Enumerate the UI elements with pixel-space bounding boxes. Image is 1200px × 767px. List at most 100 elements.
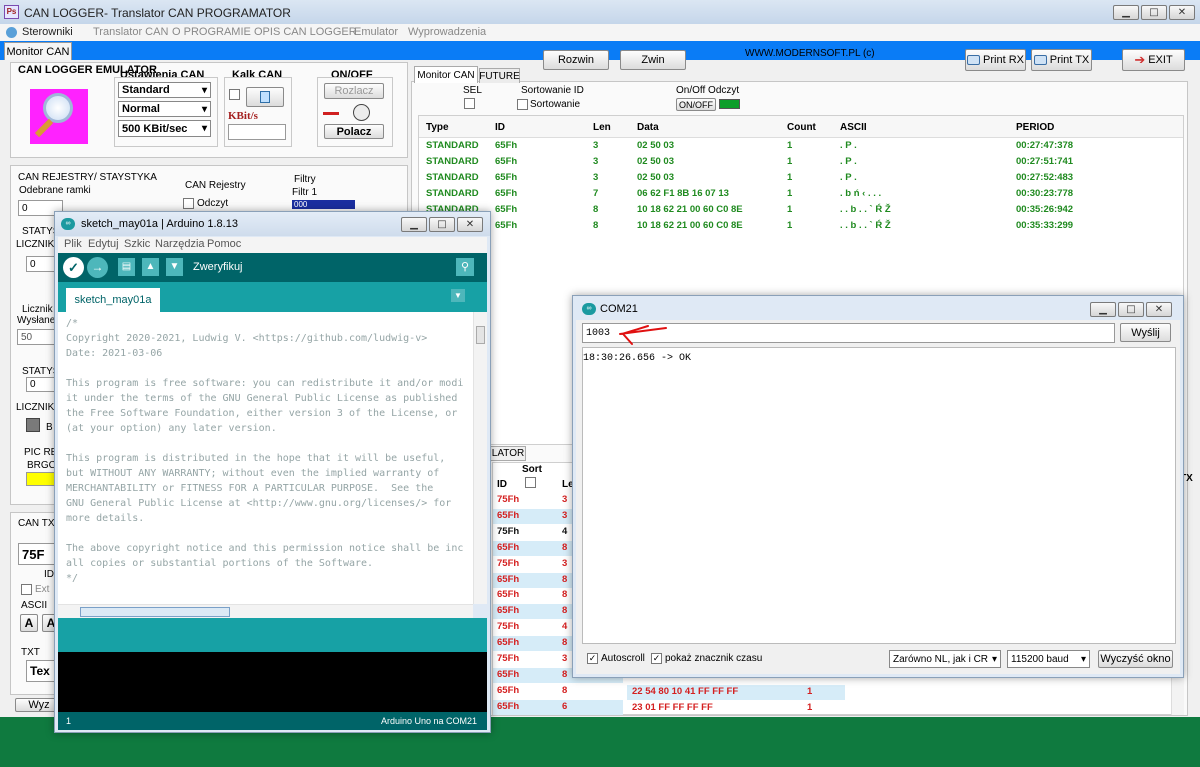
mode-select[interactable]: Normal (118, 101, 211, 117)
menu-emulator[interactable]: Emulator (354, 26, 398, 38)
exit-label: EXIT (1148, 54, 1173, 66)
tx-row-id[interactable]: 65Fh (497, 589, 519, 600)
tx-row-id[interactable]: 75Fh (497, 653, 519, 664)
sort-checkbox[interactable] (517, 99, 528, 110)
serial-monitor-button[interactable]: ⚲ (456, 258, 474, 276)
code-hscroll-thumb[interactable] (80, 607, 230, 617)
sel-checkbox[interactable] (464, 98, 475, 109)
arduino-menu-edytuj[interactable]: Edytuj (88, 238, 119, 250)
mode-value: Normal (122, 103, 160, 115)
connect-label: Polacz (336, 125, 372, 138)
kbits-field[interactable] (228, 124, 286, 140)
tx-sort-checkbox[interactable] (525, 477, 536, 488)
arduino-maximize-button[interactable]: □ (429, 217, 455, 232)
frame-type-select[interactable]: Standard (118, 82, 211, 98)
menu-o-programie[interactable]: O PROGRAMIE (172, 26, 251, 38)
code-line: the Free Software Foundation, either ver… (66, 408, 458, 419)
tx-row-id[interactable]: 65Fh (497, 605, 519, 616)
kalk-checkbox[interactable] (229, 89, 240, 100)
close-button[interactable]: ✕ (1169, 5, 1195, 20)
collapse-button[interactable]: Zwin (620, 50, 686, 70)
print-tx-button[interactable]: Print TX (1031, 49, 1092, 71)
tx-row-id[interactable]: 75Fh (497, 526, 519, 537)
rx-cell-len: 8 (593, 204, 599, 215)
filter1-field[interactable]: 000 (292, 200, 355, 209)
tx-row-len: 4 (562, 525, 568, 537)
menu-translator[interactable]: Translator CAN (93, 26, 168, 38)
connect-button[interactable]: Polacz (324, 124, 384, 139)
tx-row-id[interactable]: 75Fh (497, 621, 519, 632)
arduino-close-button[interactable]: ✕ (457, 217, 483, 232)
arduino-menu-narzedzia[interactable]: Narzędzia (155, 238, 205, 250)
filter1-label: Filtr 1 (292, 187, 317, 198)
send-tx-label: Wyz (28, 699, 50, 711)
minimize-button[interactable]: ▁ (1113, 5, 1139, 20)
menu-sterowniki[interactable]: Sterowniki (22, 26, 73, 38)
new-sketch-button[interactable]: ▤ (118, 258, 135, 276)
sel-label: SEL (463, 85, 482, 96)
rx-cell-id: 65Fh (495, 220, 518, 231)
print-rx-button[interactable]: Print RX (965, 49, 1026, 71)
tx-row-id[interactable]: 65Fh (497, 574, 519, 585)
ascii-a-button[interactable]: A (20, 614, 38, 632)
tx-row-id[interactable]: 75Fh (497, 494, 519, 505)
code-vscrollbar[interactable] (473, 312, 487, 604)
menu-opis[interactable]: OPIS CAN LOGGER (254, 26, 357, 38)
serial-close-button[interactable]: ✕ (1146, 302, 1172, 317)
pic-label: PIC RE (24, 447, 58, 458)
tx-row-id[interactable]: 65Fh (497, 510, 519, 521)
bitrate-select[interactable]: 500 KBit/sec (118, 120, 211, 137)
txt-value: Tex (30, 664, 50, 678)
send-button[interactable]: Wyślij (1120, 323, 1171, 342)
tab-menu-button[interactable]: ▼ (451, 289, 465, 302)
arduino-menu-szkic[interactable]: Szkic (124, 238, 150, 250)
serial-maximize-button[interactable]: □ (1118, 302, 1144, 317)
exit-button[interactable]: ➔ EXIT (1122, 49, 1185, 71)
serial-minimize-button[interactable]: ▁ (1090, 302, 1116, 317)
code-line: all copies or substantial portions of th… (66, 558, 374, 569)
tx-id-value: 75F (22, 546, 45, 562)
exit-icon: ➔ (1134, 52, 1146, 67)
read-checkbox[interactable] (183, 198, 194, 209)
line-ending-select[interactable]: Zarówno NL, jak i CR (889, 650, 1001, 668)
code-hscrollbar[interactable] (58, 604, 473, 618)
rx-col-id: ID (495, 122, 505, 133)
tx-row-id[interactable]: 75Fh (497, 558, 519, 569)
open-sketch-button[interactable]: ▲ (142, 258, 159, 276)
tab-monitor-can[interactable]: Monitor CAN (414, 66, 478, 83)
arduino-tab-bar: sketch_may01a ▼ (58, 282, 487, 312)
sketch-tab[interactable]: sketch_may01a (66, 288, 160, 312)
emulator-tab[interactable]: LATOR (490, 446, 526, 461)
line-number: 1 (66, 716, 72, 726)
onoff-read-button[interactable]: ON/OFF (676, 98, 716, 111)
menu-wyprowadzenia[interactable]: Wyprowadzenia (408, 26, 486, 38)
arduino-menu-pomoc[interactable]: Pomoc (207, 238, 241, 250)
baud-select[interactable]: 115200 baud (1007, 650, 1090, 668)
tx-row-id[interactable]: 65Fh (497, 542, 519, 553)
tx-row-id[interactable]: 65Fh (497, 685, 519, 696)
expand-button[interactable]: Rozwin (543, 50, 609, 70)
ext-checkbox[interactable] (21, 584, 32, 595)
tx-id-field[interactable]: 75F (18, 543, 58, 565)
code-vscroll-thumb[interactable] (476, 326, 485, 344)
timestamp-checkbox[interactable]: ✓ (651, 653, 662, 664)
tab-monitor-can-main[interactable]: Monitor CAN (4, 42, 72, 60)
maximize-button[interactable]: □ (1141, 5, 1167, 20)
rx-cell-ascii: . . b . . ` Ŕ Ž (840, 220, 891, 231)
status-led (353, 104, 370, 121)
tx-row-id[interactable]: 65Fh (497, 669, 519, 680)
save-sketch-button[interactable]: ▼ (166, 258, 183, 276)
code-line: */ (66, 573, 79, 584)
clear-output-button[interactable]: Wyczyść okno (1098, 650, 1173, 668)
rx-cell-ascii: . P . (840, 140, 857, 151)
arduino-minimize-button[interactable]: ▁ (401, 217, 427, 232)
tx-row-id[interactable]: 65Fh (497, 701, 519, 712)
stat2-value: 0 (30, 379, 36, 390)
upload-button[interactable]: → (87, 257, 108, 278)
calculator-button[interactable] (246, 87, 284, 107)
autoscroll-checkbox[interactable]: ✓ (587, 653, 598, 664)
tx-row-id[interactable]: 65Fh (497, 637, 519, 648)
tab-future[interactable]: FUTURE (479, 68, 520, 83)
arduino-menu-plik[interactable]: Plik (64, 238, 82, 250)
verify-button[interactable]: ✓ (63, 257, 84, 278)
